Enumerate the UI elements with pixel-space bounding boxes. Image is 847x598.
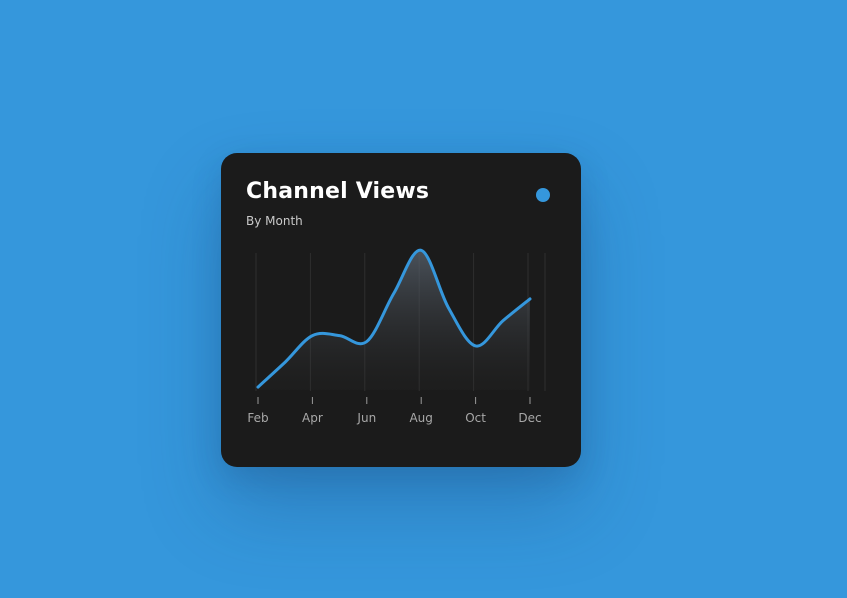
x-tick-label-apr: Apr: [302, 411, 323, 425]
x-axis-labels: Feb Apr Jun Aug Oct Dec: [247, 411, 541, 425]
x-axis-ticks: [257, 397, 531, 404]
chart-card: Channel Views By Month Feb Apr Jun Aug Oct De…: [221, 153, 581, 467]
x-tick-label-jun: Jun: [356, 411, 376, 425]
x-tick-label-aug: Aug: [409, 411, 432, 425]
x-tick-label-dec: Dec: [518, 411, 541, 425]
x-tick-label-feb: Feb: [247, 411, 268, 425]
area-chart: Feb Apr Jun Aug Oct Dec: [247, 248, 546, 425]
page-background: Channel Views By Month Feb Apr Jun Aug Oct De…: [0, 0, 847, 598]
x-tick-label-oct: Oct: [465, 411, 486, 425]
series-area: [258, 250, 530, 390]
